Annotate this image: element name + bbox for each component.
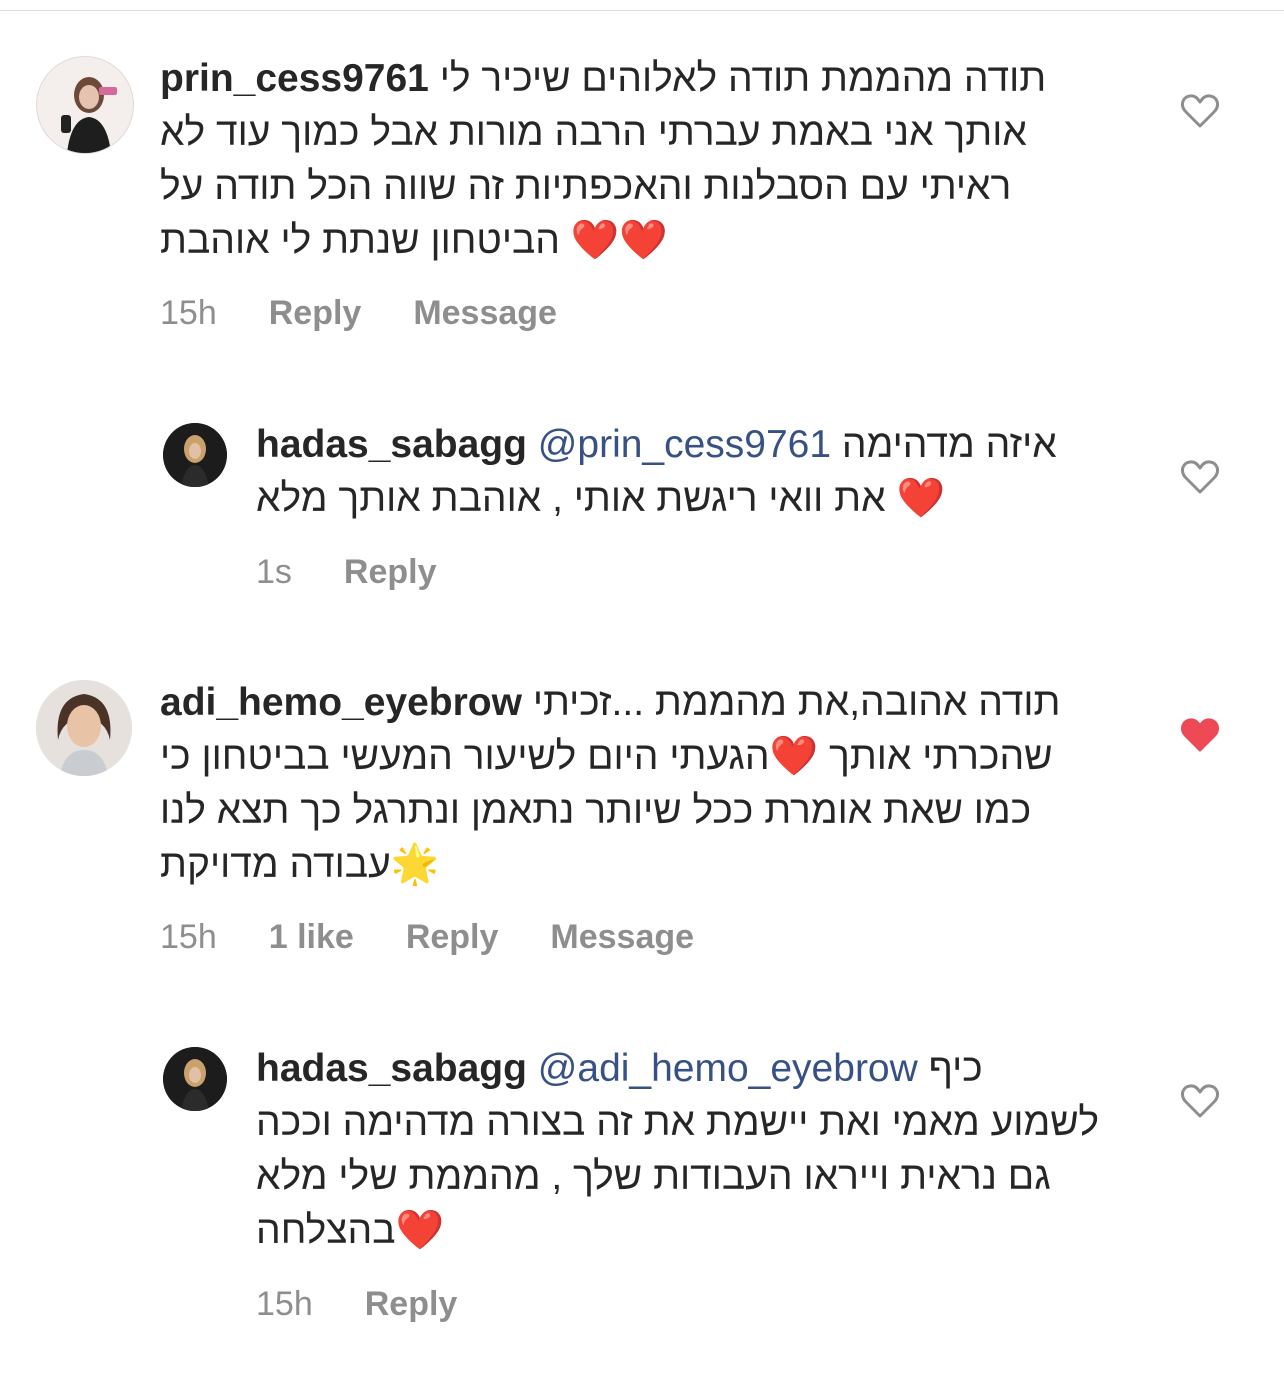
username[interactable]: hadas_sabagg	[256, 1047, 527, 1090]
star-emoji: 🌟	[390, 842, 440, 887]
reply-button[interactable]: Reply	[406, 918, 499, 957]
comment-text: hadas_sabagg @adi_hemo_eyebrow כיף לשמוע…	[256, 1042, 1099, 1258]
comment-line: ראיתי עם הסבלנות והאכפתיות זה שווה הכל ת…	[160, 165, 1012, 208]
comment-meta: 15h 1 like Reply Message	[160, 918, 746, 957]
username[interactable]: prin_cess9761	[160, 57, 429, 100]
message-button[interactable]: Message	[550, 918, 694, 957]
comment-line: בהצלחה	[256, 1209, 396, 1252]
comment-meta: 15h Reply	[256, 1285, 509, 1324]
reply-button[interactable]: Reply	[344, 553, 437, 592]
reply-button[interactable]: Reply	[365, 1285, 458, 1324]
comment-line: את וואי ריגשת אותי , אוהבת אותך מלא	[256, 477, 886, 520]
comment-line: הביטחון שנתת לי אוהבת	[160, 219, 561, 262]
avatar-image	[163, 423, 227, 487]
comment-line: שהכרתי אותך	[828, 735, 1053, 778]
avatar-image	[37, 57, 133, 153]
comment-text: hadas_sabagg @prin_cess9761 איזה מדהימה …	[256, 418, 1057, 526]
mention-link[interactable]: @adi_hemo_eyebrow	[538, 1047, 918, 1090]
avatar-image	[163, 1047, 227, 1111]
comment-meta: 1s Reply	[256, 553, 489, 592]
heart-filled-icon[interactable]	[1180, 717, 1220, 753]
timestamp: 15h	[160, 294, 217, 332]
avatar-image	[36, 680, 132, 776]
timestamp: 15h	[160, 918, 217, 956]
heart-emoji: ❤️	[896, 476, 945, 521]
avatar[interactable]	[36, 680, 132, 776]
timestamp: 15h	[256, 1285, 313, 1323]
avatar[interactable]	[36, 56, 134, 154]
heart-emoji: ❤️	[395, 1208, 445, 1253]
avatar[interactable]	[163, 423, 227, 487]
timestamp: 1s	[256, 553, 292, 591]
comment-line: תודה מהממת תודה לאלוהים שיכיר לי	[439, 57, 1047, 100]
heart-outline-icon[interactable]	[1180, 93, 1220, 129]
comment-line: אותך אני באמת עברתי הרבה מורות אבל כמוך …	[160, 111, 1027, 154]
comment-line: עבודה מדויקת	[160, 843, 391, 886]
comment-text: prin_cess9761 תודה מהממת תודה לאלוהים שי…	[160, 52, 1046, 268]
reply-button[interactable]: Reply	[269, 294, 362, 333]
heart-outline-icon[interactable]	[1180, 459, 1220, 495]
message-button[interactable]: Message	[413, 294, 557, 333]
username[interactable]: adi_hemo_eyebrow	[160, 681, 522, 724]
comment-meta: 15h Reply Message	[160, 294, 609, 333]
top-divider	[0, 10, 1284, 11]
comment-line: גם נראית וייראו העבודות שלך , מהממת שלי …	[256, 1155, 1051, 1198]
likes-count[interactable]: 1 like	[269, 918, 354, 957]
heart-outline-icon[interactable]	[1180, 1083, 1220, 1119]
avatar[interactable]	[163, 1047, 227, 1111]
comment-line: כמו שאת אומרת ככל שיותר נתאמן ונתרגל כך …	[160, 789, 1032, 832]
heart-emoji: ❤️❤️	[570, 218, 668, 263]
comment-line: איזה מדהימה	[841, 423, 1057, 466]
comment-line: לשמוע מאמי ואת יישמת את זה בצורה מדהימה …	[256, 1101, 1099, 1144]
username[interactable]: hadas_sabagg	[256, 423, 527, 466]
comment-text: adi_hemo_eyebrow תודה אהובה,את מהממת ...…	[160, 676, 1061, 892]
comment-line: תודה אהובה,את מהממת ...זכיתי	[532, 681, 1061, 724]
comment-line: כיף	[928, 1047, 983, 1090]
mention-link[interactable]: @prin_cess9761	[538, 423, 831, 466]
heart-emoji: ❤️	[769, 734, 819, 779]
comment-line: הגעתי היום לשיעור המעשי בביטחון כי	[160, 735, 770, 778]
